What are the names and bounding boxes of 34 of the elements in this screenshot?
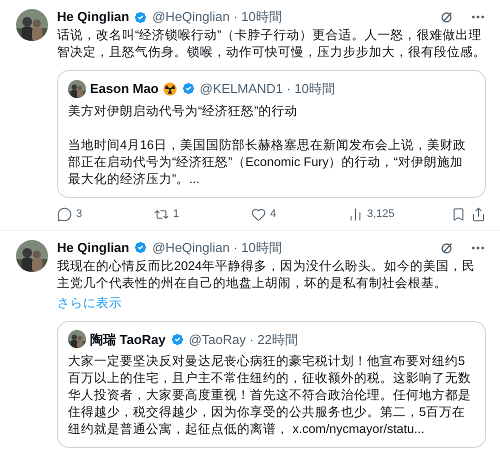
bookmark-button[interactable] bbox=[450, 207, 466, 222]
count: 1 bbox=[173, 207, 180, 222]
count: 4 bbox=[270, 207, 276, 222]
bar-chart-icon bbox=[348, 207, 363, 222]
bookmark-icon bbox=[450, 207, 466, 222]
quoted-text: 当地时间4月16日，美国国防部长赫格塞思在新闻发布会上说，美财政部正在启动代号为“经济狂怒”（Economic Fury）的行动，“对伊朗施加最大化的经济压力”。... bbox=[68, 136, 467, 188]
quoted-tweet[interactable]: Eason Mao @KELMAND1 · 10時間 美方对伊朗启动代号为“经济狂怒”的行动 当地时间4月16日，美国国防部长赫格塞思在新闻发布会上说，美财政部正在启动代号为“经济狂怒”（Economic Fury）的行动，“对伊朗施加最大化的经济压力”。... bbox=[57, 70, 486, 198]
tweet-text: 话说，改名叫“经济锁喉行动”（卡脖子行动）更合适。人一怒，很难做出理智决定，且怒气伤身。锁喉，动作可快可慢，压力步步加大，很有段位感。 bbox=[57, 27, 486, 61]
reply-button[interactable]: 3 bbox=[57, 206, 154, 223]
quoted-tweet[interactable]: 陶瑞 TaoRay @TaoRay · 22時間 大家一定要坚决反对曼达尼丧心病狂的豪宅税计划！他宣布要对纽约5百万以上的住宅，且户主不常住纽约的，征收额外的税。这影响了无数华人投资者，大家要高度重视！首先这不符合政治伦理。任何地方都是住得越少，税交得越少，因为你享受的公共服务也少。第二，5百万在纽约就是普通公寓，起征点低的离谱， x.com/nycmayor/statu... bbox=[57, 320, 486, 448]
handle-time: @TaoRay · 22時間 bbox=[188, 330, 298, 349]
repost-button[interactable]: 1 bbox=[154, 206, 251, 223]
share-button[interactable] bbox=[471, 207, 486, 222]
quoted-text: 美方对伊朗启动代号为“经济狂怒”的行动 bbox=[68, 102, 298, 120]
author-name[interactable]: 陶瑞 TaoRay bbox=[90, 330, 166, 349]
speech-bubble-icon bbox=[57, 207, 72, 222]
views-button[interactable]: 3,125 bbox=[348, 206, 445, 223]
author-name[interactable]: Eason Mao bbox=[90, 79, 159, 98]
heart-icon bbox=[251, 207, 266, 222]
author-name[interactable]: He Qinglian bbox=[57, 238, 130, 258]
count: 3 bbox=[76, 207, 82, 222]
quoted-text: 大家一定要坚决反对曼达尼丧心病狂的豪宅税计划！他宣布要对纽约5百万以上的住宅，且户主不常住纽约的，征收额外的税。这影响了无数华人投资者，大家要高度重视！首先这不符合政治伦理。任何地方都是住得越少，税交得越少，因为你享受的公共服务也少。第二，5百万在纽约就是普通公寓，起征点低的离谱， x.com/nycmayor/statu... bbox=[68, 353, 472, 438]
author-name[interactable]: He Qinglian bbox=[57, 7, 130, 27]
handle-time: @HeQinglian · 10時間 bbox=[152, 238, 282, 257]
count: 3,125 bbox=[367, 207, 395, 222]
tweet-text: 我现在的心情反而比2024年平静得多，因为没什么盼头。如今的美国，民主党几个代表性的州在自己的地盘上胡闹，坏的是私有制社会根基。 bbox=[57, 258, 476, 292]
like-button[interactable]: 4 bbox=[251, 206, 348, 223]
circle-slash-icon[interactable] bbox=[440, 10, 454, 24]
tweet-link[interactable]: x.com/nycmayor/statu... bbox=[292, 422, 424, 436]
handle-time: @HeQinglian · 10時間 bbox=[152, 8, 282, 26]
handle-time: @KELMAND1 · 10時間 bbox=[200, 80, 335, 98]
circle-slash-icon[interactable] bbox=[440, 240, 454, 254]
repost-icon bbox=[154, 207, 169, 222]
share-icon bbox=[471, 207, 486, 222]
